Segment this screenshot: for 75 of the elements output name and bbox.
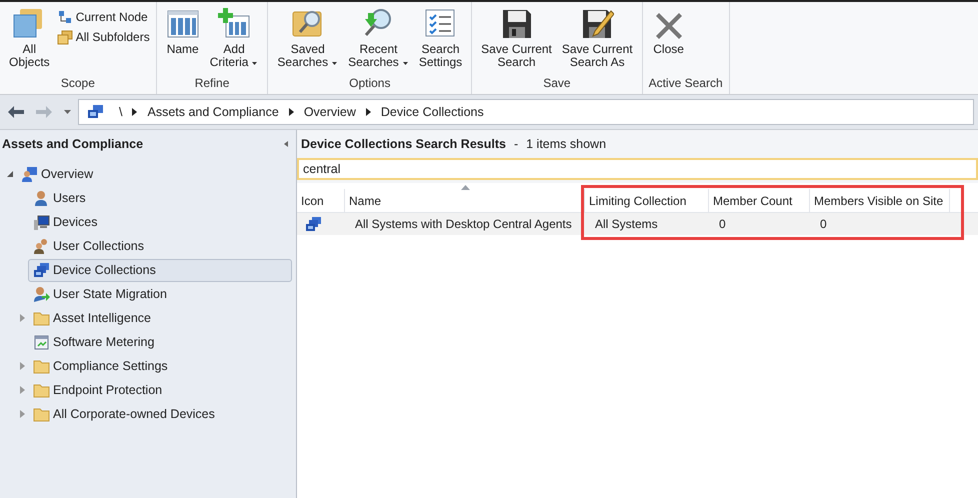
table-cell-text: All Systems with Desktop Central Agents xyxy=(354,216,573,233)
results-count: 1 items shown xyxy=(526,136,606,153)
results-title: Device Collections Search Results xyxy=(301,136,506,153)
group-label: Options xyxy=(348,75,392,92)
checklist-icon xyxy=(423,7,458,39)
tree-item[interactable]: All Corporate-owned Devices xyxy=(28,402,224,426)
tree-item[interactable]: Asset Intelligence xyxy=(28,306,160,330)
breadcrumb-item[interactable]: Device Collections xyxy=(380,102,484,122)
folder-icon xyxy=(33,358,50,374)
ribbon-button[interactable]: Save Current Search xyxy=(478,7,555,74)
add-columns-icon xyxy=(217,7,252,39)
column-header[interactable]: Members Visible on Site xyxy=(810,189,950,212)
user-icon xyxy=(33,190,50,206)
expand-icon xyxy=(20,314,24,322)
column-header[interactable]: Member Count xyxy=(709,189,810,212)
ribbon-button[interactable]: Save Current Search As xyxy=(558,7,636,74)
folders-icon xyxy=(56,30,73,44)
column-header[interactable]: Limiting Collection xyxy=(585,189,709,212)
breadcrumb-item[interactable]: Overview xyxy=(304,102,356,122)
ribbon-button[interactable]: Add Criteria xyxy=(206,7,262,74)
search-field[interactable]: central xyxy=(297,158,978,180)
ribbon-button[interactable]: Recent Searches xyxy=(345,7,412,74)
table-cell-text: All Systems xyxy=(594,216,659,233)
chart-window-icon xyxy=(33,334,50,350)
group-label: Save xyxy=(542,75,572,92)
chevron-icon xyxy=(366,108,371,116)
ribbon-button[interactable]: Search Settings xyxy=(416,7,466,74)
computers-icon xyxy=(33,262,50,278)
ribbon-button[interactable]: All Objects xyxy=(6,7,53,74)
breadcrumb-bar[interactable]: \ Assets and Compliance Overview Device Collections xyxy=(78,99,974,125)
tree-item[interactable]: User Collections xyxy=(28,234,154,258)
chevron-icon xyxy=(132,108,138,116)
group-label: Refine xyxy=(194,75,230,92)
ribbon-button[interactable]: All Subfolders xyxy=(56,29,150,45)
tree-item[interactable]: Users xyxy=(28,186,95,210)
collapse-icon[interactable] xyxy=(284,141,288,147)
computers-icon xyxy=(87,104,105,120)
expand-icon xyxy=(20,362,24,370)
breadcrumb-item[interactable]: Assets and Compliance xyxy=(147,102,279,122)
column-header[interactable]: Icon xyxy=(297,189,345,212)
tree-item[interactable]: Compliance Settings xyxy=(28,354,177,378)
tree-item[interactable]: Software Metering xyxy=(28,330,164,354)
floppy-pencil-icon xyxy=(580,7,614,39)
table-cell-text: 0 xyxy=(718,216,727,233)
tree-item[interactable]: Devices xyxy=(28,210,106,234)
computer-icon xyxy=(33,214,50,230)
group-label: Scope xyxy=(60,75,96,92)
tree-item[interactable]: Device Collections xyxy=(28,258,292,282)
group-label: Active Search xyxy=(648,75,723,92)
ribbon-button[interactable]: Close xyxy=(648,7,689,74)
separator-dash: - xyxy=(514,136,518,153)
folder-icon xyxy=(33,310,50,326)
expand-icon xyxy=(20,410,24,418)
table-cell-text: 0 xyxy=(819,216,828,233)
breadcrumb-item[interactable]: \ xyxy=(119,102,122,122)
user-arrow-icon xyxy=(33,286,50,302)
folder-icon xyxy=(33,406,50,422)
caret-icon xyxy=(64,110,70,114)
forward-arrow-icon xyxy=(35,105,53,119)
users-computer-icon xyxy=(21,166,38,182)
ribbon-button[interactable]: Name xyxy=(162,7,203,74)
column-header[interactable]: Name xyxy=(345,189,585,212)
ribbon-button[interactable]: Saved Searches xyxy=(274,7,342,74)
tree-item[interactable]: User State Migration xyxy=(28,282,176,306)
chevron-icon xyxy=(288,108,294,116)
tree-node-icon xyxy=(56,10,73,24)
expand-icon xyxy=(20,386,24,394)
tree-item[interactable]: Endpoint Protection xyxy=(28,378,172,402)
folder-icon xyxy=(33,382,50,398)
back-arrow-icon xyxy=(7,105,25,119)
tree-item[interactable]: Overview xyxy=(16,162,102,186)
ribbon-button[interactable]: Current Node xyxy=(56,9,150,25)
users-icon xyxy=(33,238,50,254)
computers-icon xyxy=(305,216,322,232)
pane-title: Assets and Compliance xyxy=(2,136,144,153)
